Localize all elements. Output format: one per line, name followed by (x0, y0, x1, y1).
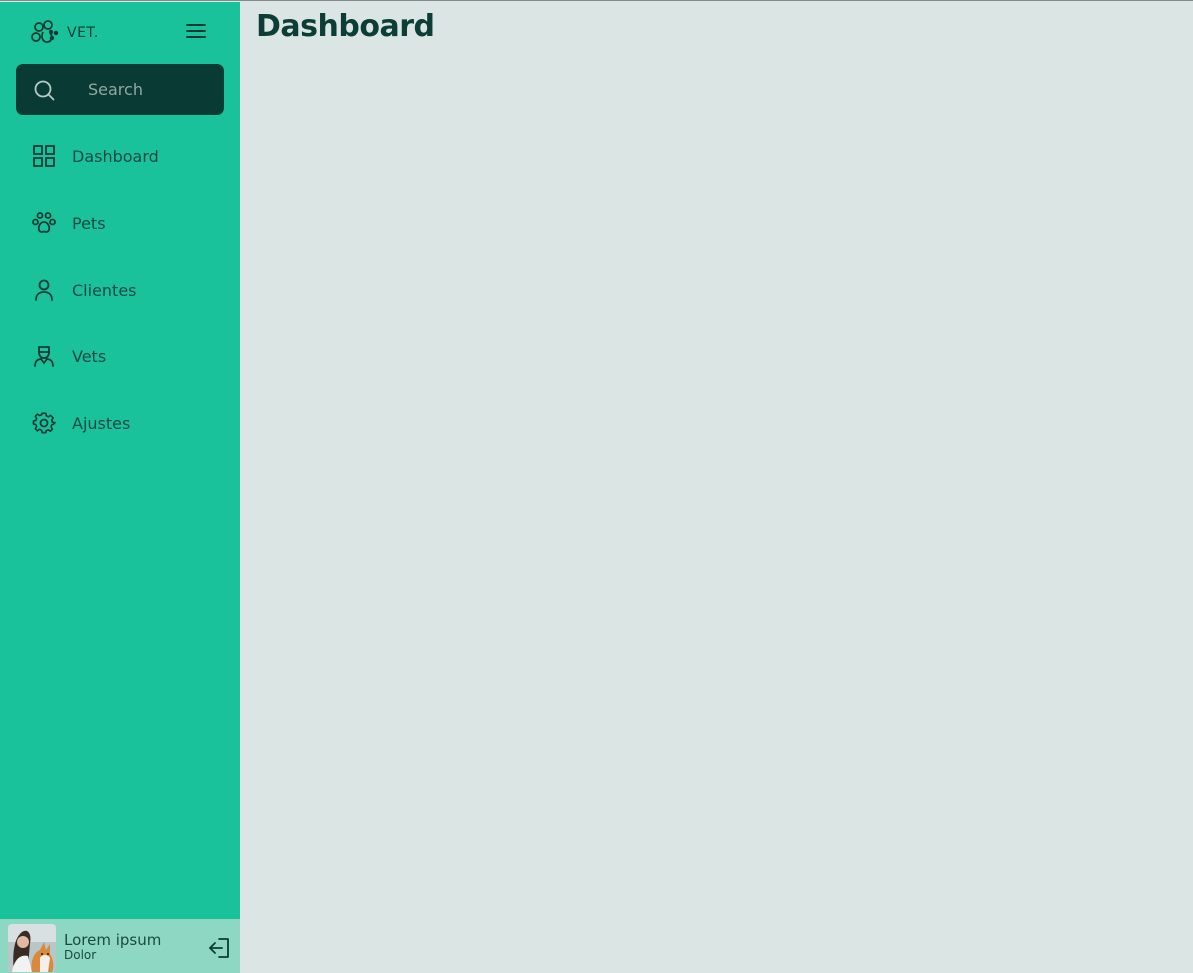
page-title: Dashboard (256, 9, 435, 44)
logout-icon (209, 938, 229, 958)
user-profile-bar: Lorem ipsum Dolor (0, 919, 240, 973)
brand-name: VET. (67, 25, 99, 41)
sidebar-item-label: Clientes (72, 280, 137, 300)
sidebar-item-ajustes[interactable]: Ajustes (16, 401, 224, 445)
avatar-image (8, 924, 56, 972)
grid-icon (33, 145, 55, 167)
sidebar: VET. Dashboard Pets (0, 2, 240, 973)
user-icon (35, 279, 53, 301)
user-role: Dolor (64, 948, 97, 962)
user-name: Lorem ipsum (64, 931, 162, 949)
paw-logo-icon (31, 20, 59, 43)
search-input[interactable] (88, 64, 218, 115)
menu-toggle-button[interactable] (183, 18, 209, 44)
sidebar-item-vets[interactable]: Vets (16, 334, 224, 378)
sidebar-item-dashboard[interactable]: Dashboard (16, 134, 224, 178)
hamburger-icon (186, 24, 206, 38)
sidebar-item-label: Dashboard (72, 146, 159, 166)
search-icon (34, 80, 55, 101)
sidebar-item-clientes[interactable]: Clientes (16, 268, 224, 312)
search-box (16, 64, 224, 115)
sidebar-item-label: Vets (72, 346, 107, 366)
paw-icon (32, 212, 56, 233)
vet-icon (34, 346, 54, 367)
sidebar-item-pets[interactable]: Pets (16, 201, 224, 245)
sidebar-item-label: Pets (72, 213, 106, 233)
avatar[interactable] (8, 924, 56, 972)
brand-logo[interactable]: VET. (31, 20, 99, 46)
logout-button[interactable] (206, 936, 232, 960)
gear-icon (32, 412, 56, 434)
sidebar-item-label: Ajustes (72, 413, 131, 433)
